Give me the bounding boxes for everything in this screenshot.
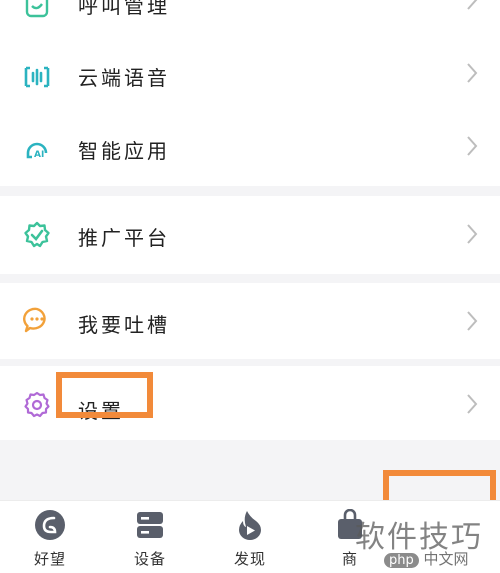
- chevron-right-icon: [467, 0, 478, 10]
- chevron-right-icon: [467, 394, 478, 414]
- device-icon: [137, 512, 163, 538]
- haowang-logo-icon: [35, 510, 65, 540]
- watermark-badge: php: [384, 553, 419, 568]
- chevron-right-icon: [467, 63, 478, 83]
- smart-app-icon: AI: [22, 135, 52, 165]
- promotion-platform-icon: [22, 220, 52, 250]
- discover-icon: [239, 511, 261, 540]
- tab-discover[interactable]: 发现: [200, 501, 300, 573]
- menu-item-promotion-platform[interactable]: 推广平台: [0, 196, 500, 274]
- tab-label: 好望: [33, 550, 66, 568]
- tab-label: 发现: [233, 550, 266, 568]
- watermark-site: php 中文网: [384, 548, 469, 569]
- menu-item-label: 呼叫管理: [78, 0, 170, 18]
- settings-gear-icon: [22, 390, 52, 420]
- menu-item-feedback[interactable]: 我要吐槽: [0, 283, 500, 359]
- menu-group-2: 推广平台: [0, 196, 500, 274]
- highlight-box-settings: [56, 372, 153, 418]
- tab-device[interactable]: 设备: [100, 501, 200, 573]
- tab-label: 设备: [133, 550, 166, 568]
- menu-item-smart-app[interactable]: AI 智能应用: [0, 108, 500, 188]
- menu-item-label: 我要吐槽: [78, 313, 170, 337]
- cloud-voice-icon: [22, 62, 52, 92]
- call-management-icon: [22, 0, 52, 20]
- chevron-right-icon: [467, 311, 478, 331]
- menu-group-3: 我要吐槽: [0, 283, 500, 359]
- svg-text:AI: AI: [34, 150, 44, 160]
- menu-item-label: 云端语音: [78, 66, 170, 90]
- menu-group-1: 呼叫管理 云端语音 AI 智能应用: [0, 0, 500, 186]
- menu-item-cloud-voice[interactable]: 云端语音: [0, 34, 500, 114]
- watermark-site-name: 中文网: [423, 550, 469, 568]
- menu-item-label: 推广平台: [78, 226, 170, 250]
- tab-haowang[interactable]: 好望: [0, 501, 100, 573]
- chevron-right-icon: [467, 136, 478, 156]
- chevron-right-icon: [467, 224, 478, 244]
- feedback-chat-icon: [22, 305, 52, 335]
- menu-item-label: 智能应用: [78, 139, 170, 163]
